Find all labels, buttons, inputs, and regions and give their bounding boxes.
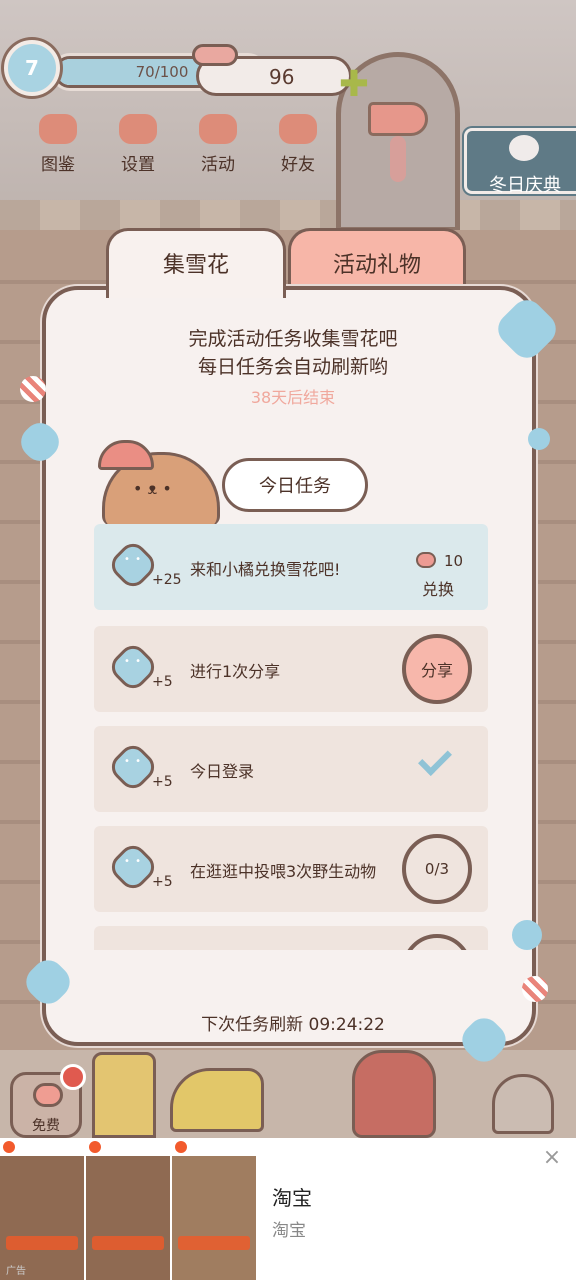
cat-book-icon <box>39 114 77 144</box>
snowflake-dots: • • <box>124 656 142 667</box>
ad-thumbnail-caption <box>6 1236 78 1250</box>
task-label: 今日登录 <box>190 762 255 781</box>
exchange-cost: 10 <box>444 552 464 570</box>
tab-label: 集雪花 <box>162 253 229 278</box>
snowflake-dots: • • <box>124 856 142 867</box>
gift-icon <box>199 114 237 144</box>
today-tasks-label: 今日任务 <box>259 476 331 497</box>
xp-text: 70/100 <box>135 63 189 81</box>
checkmark-icon <box>418 742 452 776</box>
ad-logo-icon <box>3 1141 15 1153</box>
heart-icon <box>416 552 436 568</box>
task-label: 进行1次分享 <box>190 662 281 681</box>
free-button-label: 免费 <box>32 1118 60 1134</box>
event-label: 冬日庆典 <box>489 175 561 196</box>
menu-item-friends[interactable]: 好友 <box>258 114 338 178</box>
ad-tag: 广告 <box>6 1266 26 1277</box>
task-list[interactable]: • • +25 来和小橘兑换雪花吧! 10 兑换 • • +5 进行1次分享 分… <box>94 524 488 950</box>
share-button[interactable]: 分享 <box>402 634 472 704</box>
ad-thumbnail <box>172 1138 256 1280</box>
menu-item-collection[interactable]: 图鉴 <box>18 114 98 178</box>
task-label: 来和小橘兑换雪花吧! <box>190 560 341 579</box>
ad-banner[interactable]: 淘宝 淘宝 × <box>0 1138 576 1280</box>
task-progress: 0/3 <box>424 860 450 878</box>
task-row: • • +5 今日登录 <box>94 726 488 812</box>
candy-decoration-icon <box>522 976 548 1002</box>
task-progress-ring: 0/3 <box>402 834 472 904</box>
add-hearts-button[interactable]: ✚ <box>338 67 370 103</box>
task-row: • • +5 进行1次分享 分享 <box>94 626 488 712</box>
task-reward: +5 <box>152 674 173 690</box>
friends-icon <box>279 114 317 144</box>
task-row: • • +5 在逛逛中投喂3次野生动物 0/3 <box>94 826 488 912</box>
menu-item-events[interactable]: 活动 <box>178 114 258 178</box>
notification-dot <box>60 1064 86 1090</box>
tab-collect-snowflakes[interactable]: 集雪花 <box>106 228 286 298</box>
bear-face-icon: • ᴥ • <box>133 479 172 498</box>
close-icon[interactable]: × <box>540 1146 564 1170</box>
event-countdown: 38天后结束 <box>250 388 336 407</box>
hearts-value: 96 <box>269 65 295 89</box>
menu-label: 设置 <box>121 155 155 175</box>
menu-label: 活动 <box>201 155 235 175</box>
menu-label: 图鉴 <box>41 155 75 175</box>
panel-subheadline: 每日任务会自动刷新哟 <box>197 356 388 378</box>
ad-thumbnail <box>0 1138 84 1280</box>
ad-subtitle: 淘宝 <box>272 1221 306 1241</box>
tab-label: 活动礼物 <box>332 253 421 278</box>
santa-costume-character[interactable] <box>352 1050 436 1138</box>
ad-title: 淘宝 <box>272 1186 312 1210</box>
candy-decoration-icon <box>20 376 46 402</box>
top-menu: 图鉴 设置 活动 好友 <box>18 114 338 178</box>
ad-logo-icon <box>175 1141 187 1153</box>
ad-thumbnail-caption <box>92 1236 164 1250</box>
snowflake-dots: • • <box>124 554 142 565</box>
task-row <box>94 926 488 950</box>
santa-hat-icon <box>98 440 154 470</box>
ad-thumbnail-caption <box>178 1236 250 1250</box>
food-bowl[interactable] <box>492 1074 554 1134</box>
panel-headline: 完成活动任务收集雪花吧 <box>188 328 398 350</box>
koi-kite-decoration <box>368 102 428 136</box>
cabinet-furniture[interactable] <box>92 1052 156 1138</box>
winter-festival-banner[interactable]: 冬日庆典 <box>464 128 576 196</box>
share-button-label: 分享 <box>420 661 453 680</box>
task-progress-ring <box>402 934 472 950</box>
task-reward: +25 <box>152 572 182 588</box>
level-value: 7 <box>25 56 39 80</box>
today-tasks-bubble: 今日任务 <box>222 458 368 512</box>
task-reward: +5 <box>152 874 173 890</box>
snowflake-icon <box>509 135 539 161</box>
task-reward: +5 <box>152 774 173 790</box>
anteater-toy[interactable] <box>170 1068 264 1132</box>
menu-label: 好友 <box>281 155 315 175</box>
ad-thumbnail <box>86 1138 170 1280</box>
heart-icon <box>33 1083 63 1107</box>
task-row: • • +25 来和小橘兑换雪花吧! 10 兑换 <box>94 524 488 610</box>
menu-item-settings[interactable]: 设置 <box>98 114 178 178</box>
gear-icon <box>119 114 157 144</box>
task-label: 在逛逛中投喂3次野生动物 <box>190 862 377 881</box>
level-badge: 7 <box>4 40 60 96</box>
ad-logo-icon <box>89 1141 101 1153</box>
snowflake-dots: • • <box>124 756 142 767</box>
kite-tassel-decoration <box>390 136 406 182</box>
event-panel: 完成活动任务收集雪花吧 每日任务会自动刷新哟 38天后结束 • ᴥ • 今日任务… <box>42 286 536 1046</box>
scene-floor <box>0 1050 576 1140</box>
exchange-button[interactable]: 兑换 <box>422 576 454 600</box>
